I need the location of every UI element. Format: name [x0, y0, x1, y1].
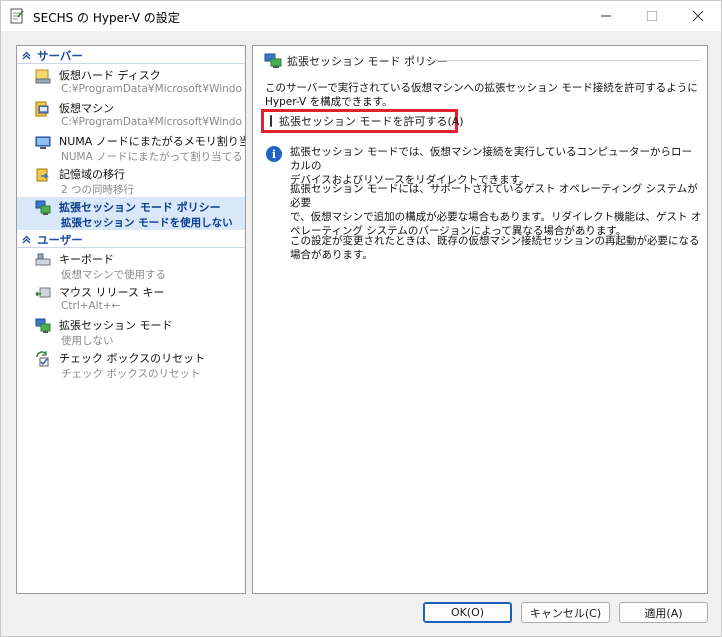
allow-enhanced-session-checkbox[interactable]: 拡張セッション モードを許可する(A) — [261, 109, 464, 133]
keyboard-icon — [35, 253, 51, 266]
settings-document-icon — [10, 8, 24, 24]
enhanced-session-icon — [264, 53, 282, 68]
hard-disk-icon — [35, 69, 51, 84]
info-paragraph-1: 拡張セッション モードでは、仮想マシン接続を実行しているコンピューターからローカ… — [290, 145, 702, 187]
group-divider — [431, 60, 701, 61]
description-line: このサーバーで実行されている仮想マシンへの拡張セッション モード接続を許可するよ… — [265, 82, 698, 94]
nav-item-title: マウス リリース キー — [59, 286, 165, 299]
enhanced-session-icon — [35, 318, 51, 333]
virtual-machine-icon — [35, 101, 49, 117]
minimize-icon — [601, 15, 611, 17]
section-server[interactable]: サーバー — [17, 48, 245, 64]
settings-window: SECHS の Hyper-V の設定 サーバー 仮想ハード ディスク C:¥P… — [0, 0, 722, 637]
nav-item-subtitle: 使用しない — [61, 335, 114, 347]
checkbox-reset-icon — [36, 351, 49, 367]
info-line: 拡張セッション モードでは、仮想マシン接続を実行しているコンピューターからローカ… — [290, 146, 693, 172]
nav-item-title: 記憶域の移行 — [59, 168, 125, 181]
nav-item-title: 拡張セッション モード ポリシー — [59, 201, 221, 214]
close-icon — [693, 11, 703, 21]
nav-item-title: NUMA ノードにまたがるメモリ割り当て — [59, 135, 246, 148]
nav-item-title: 仮想ハード ディスク — [59, 69, 161, 82]
description-line: Hyper-V を構成できます。 — [265, 96, 393, 108]
policy-description: このサーバーで実行されている仮想マシンへの拡張セッション モード接続を許可するよ… — [265, 81, 701, 109]
ok-button[interactable]: OK(O) — [423, 602, 512, 623]
info-line: 場合があります。 — [290, 249, 373, 261]
section-user-label: ユーザー — [37, 232, 83, 247]
info-line: 拡張セッション モードには、サポートされているゲスト オペレーティング システム… — [290, 183, 698, 209]
close-button[interactable] — [675, 1, 721, 31]
nav-item-enhanced-session-mode[interactable]: 拡張セッション モード 使用しない — [17, 315, 245, 348]
nav-item-mouse-release-key[interactable]: マウス リリース キー Ctrl+Alt+← — [17, 282, 245, 315]
nav-item-storage-migrations[interactable]: 記憶域の移行 2 つの同時移行 — [17, 164, 245, 197]
collapse-chevron-icon — [19, 235, 33, 244]
nav-item-title: チェック ボックスのリセット — [59, 352, 206, 365]
group-title: 拡張セッション モード ポリシー — [287, 55, 448, 68]
settings-content-panel: 拡張セッション モード ポリシー このサーバーで実行されている仮想マシンへの拡張… — [252, 45, 708, 594]
cancel-button[interactable]: キャンセル(C) — [521, 602, 610, 623]
nav-item-subtitle: C:¥ProgramData¥Microsoft¥Windo... — [61, 83, 243, 95]
enhanced-session-icon — [35, 200, 51, 215]
nav-item-title: キーボード — [59, 253, 114, 266]
info-line: この設定が変更されたときは、既存の仮想マシン接続セッションの再起動が必要になる — [290, 235, 700, 247]
storage-migration-icon — [36, 168, 49, 182]
nav-item-subtitle: Ctrl+Alt+← — [61, 300, 121, 312]
nav-item-subtitle: 拡張セッション モードを使用しない — [61, 217, 233, 229]
nav-item-subtitle: NUMA ノードにまたがって割り当てる — [61, 151, 243, 163]
section-user[interactable]: ユーザー — [17, 232, 245, 248]
apply-button[interactable]: 適用(A) — [619, 602, 708, 623]
title-bar: SECHS の Hyper-V の設定 — [1, 1, 721, 31]
nav-item-virtual-machines[interactable]: 仮想マシン C:¥ProgramData¥Microsoft¥Windo... — [17, 98, 245, 131]
navigation-scrollbar[interactable] — [245, 46, 246, 593]
mouse-release-icon — [35, 287, 51, 298]
info-line: で、仮想マシンで追加の構成が必要な場合もあります。リダイレクト機能は、ゲスト オ — [290, 211, 702, 223]
section-server-label: サーバー — [37, 48, 83, 63]
nav-item-subtitle: C:¥ProgramData¥Microsoft¥Windo... — [61, 116, 243, 128]
minimize-button[interactable] — [583, 1, 629, 31]
checkbox-label[interactable]: 拡張セッション モードを許可する(A) — [279, 113, 464, 129]
nav-item-subtitle: 2 つの同時移行 — [61, 184, 135, 196]
nav-item-numa-spanning[interactable]: NUMA ノードにまたがるメモリ割り当て NUMA ノードにまたがって割り当てる — [17, 131, 245, 164]
nav-item-enhanced-session-policy[interactable]: 拡張セッション モード ポリシー 拡張セッション モードを使用しない — [17, 197, 245, 230]
collapse-chevron-icon — [19, 51, 33, 60]
nav-item-title: 仮想マシン — [59, 102, 114, 115]
info-icon: i — [266, 146, 282, 162]
nav-item-subtitle: チェック ボックスのリセット — [61, 368, 201, 380]
nav-item-virtual-hard-disk[interactable]: 仮想ハード ディスク C:¥ProgramData¥Microsoft¥Wind… — [17, 65, 245, 98]
nav-item-title: 拡張セッション モード — [59, 319, 173, 332]
nav-item-reset-checkboxes[interactable]: チェック ボックスのリセット チェック ボックスのリセット — [17, 348, 245, 381]
nav-item-keyboard[interactable]: キーボード 仮想マシンで使用する — [17, 249, 245, 282]
info-paragraph-2: 拡張セッション モードには、サポートされているゲスト オペレーティング システム… — [290, 182, 702, 238]
numa-icon — [35, 136, 51, 149]
settings-navigation-panel: サーバー 仮想ハード ディスク C:¥ProgramData¥Microsoft… — [16, 45, 246, 594]
info-paragraph-3: この設定が変更されたときは、既存の仮想マシン接続セッションの再起動が必要になる … — [290, 234, 702, 262]
nav-item-subtitle: 仮想マシンで使用する — [61, 269, 166, 281]
maximize-button[interactable] — [629, 1, 675, 31]
window-title: SECHS の Hyper-V の設定 — [33, 11, 180, 25]
maximize-icon — [647, 11, 657, 21]
checkbox-box[interactable] — [270, 115, 272, 127]
